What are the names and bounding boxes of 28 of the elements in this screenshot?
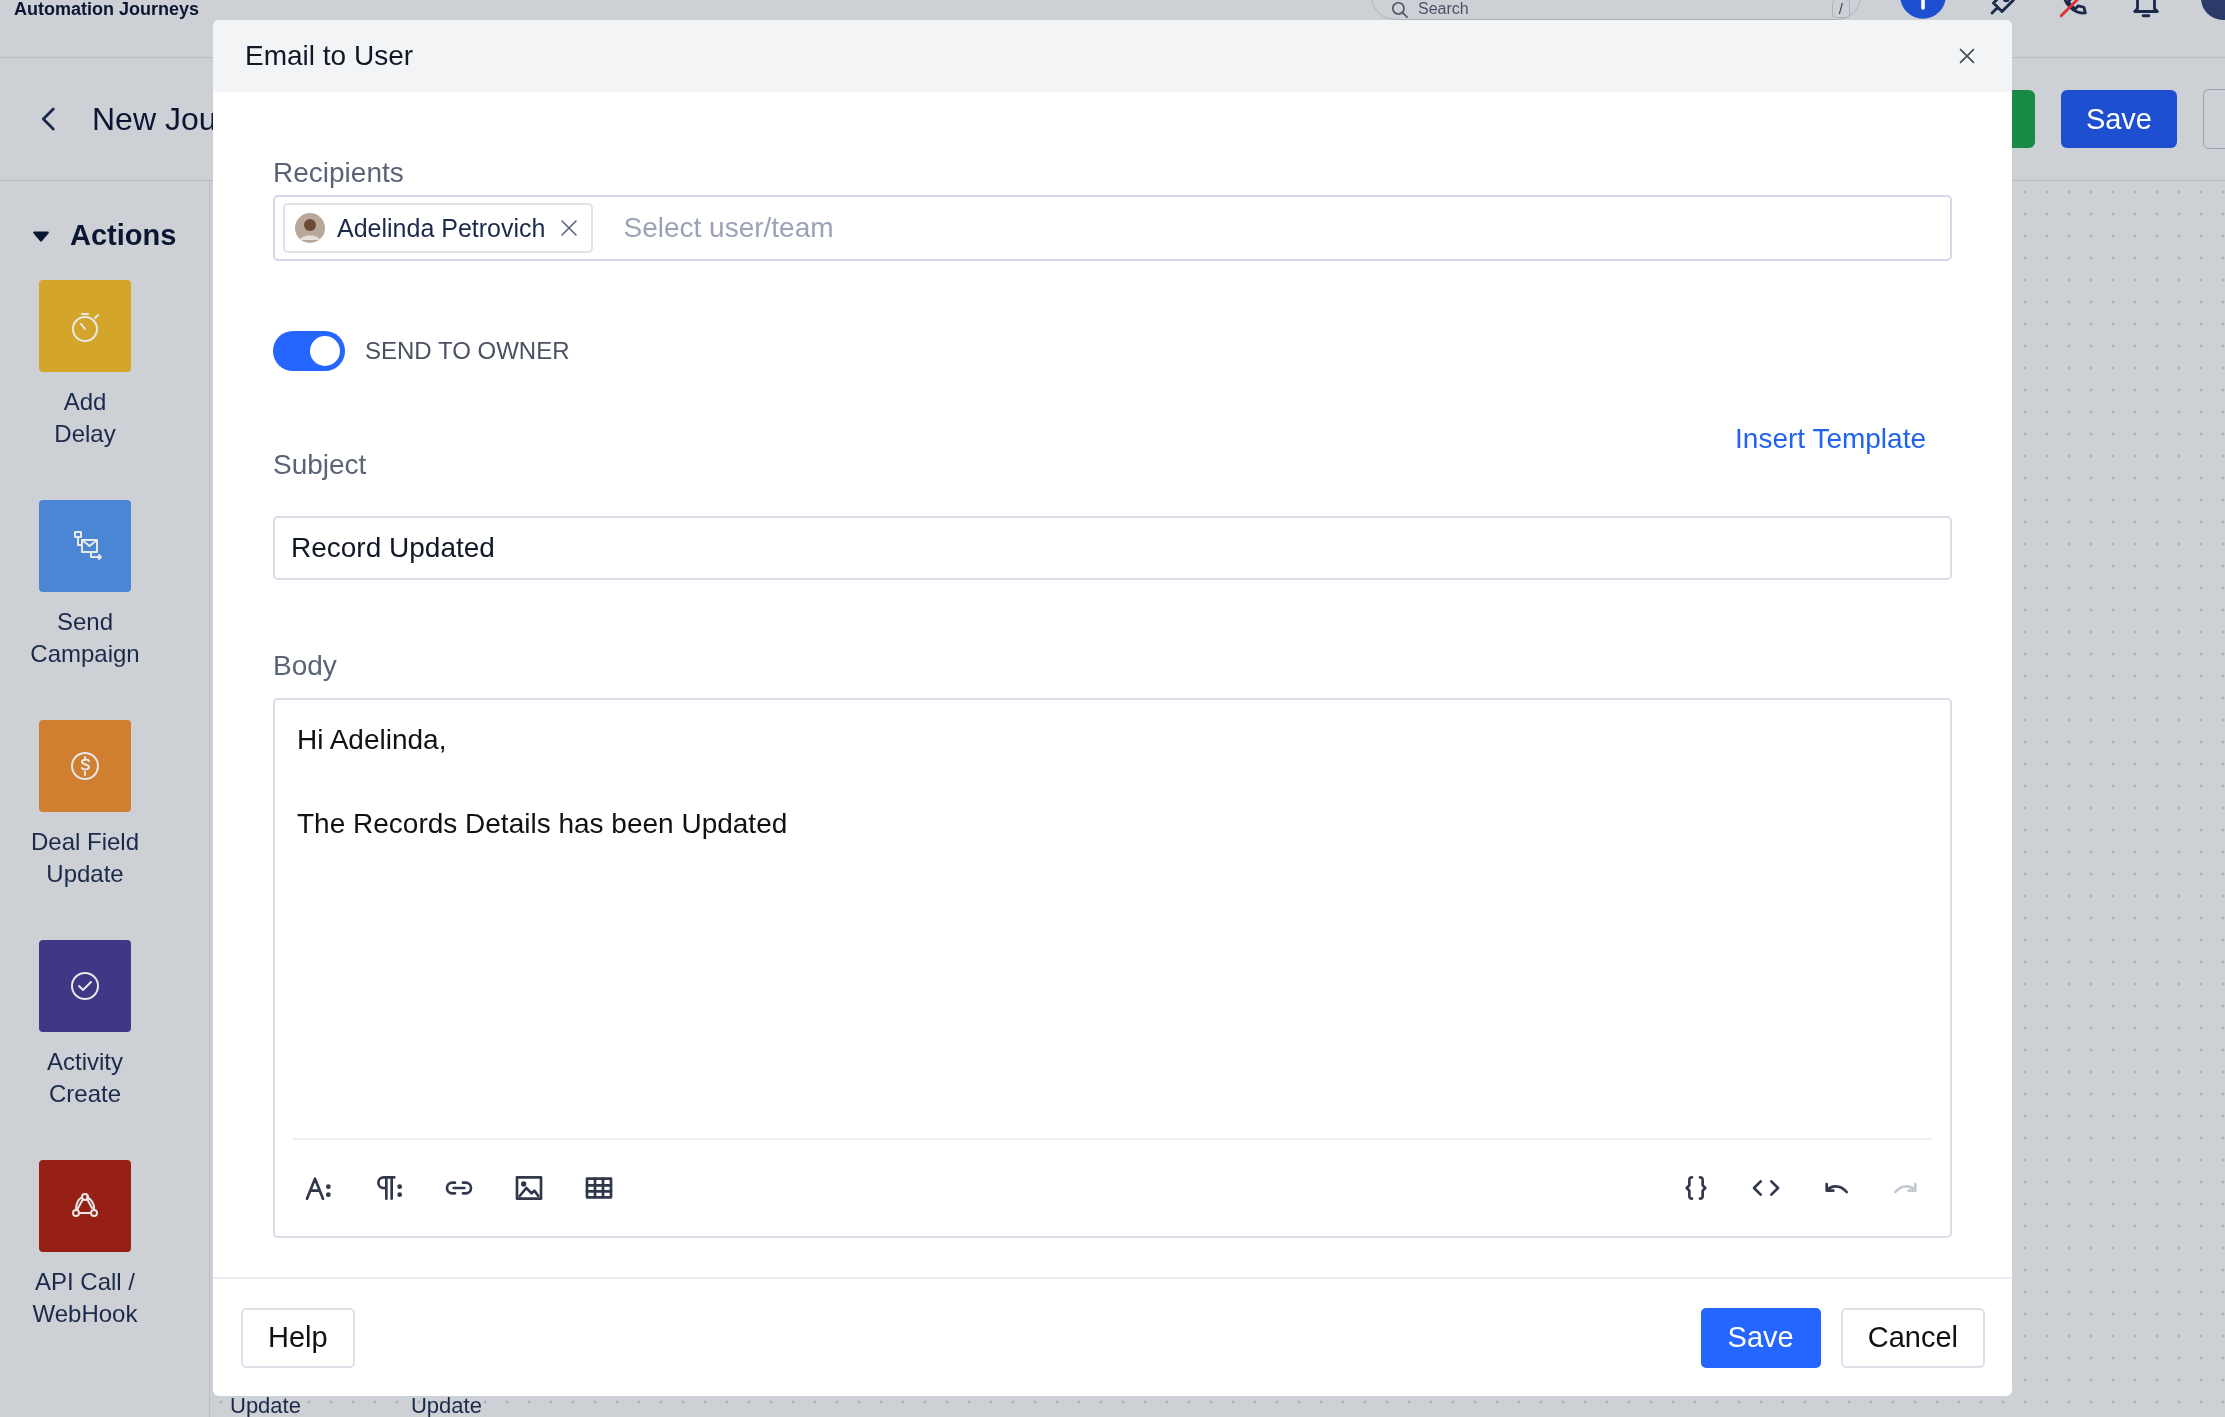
toggle-label: SEND TO OWNER <box>365 337 570 365</box>
body-text: Hi Adelinda, <box>297 724 448 756</box>
field-label: Recipients <box>273 157 405 189</box>
search-input[interactable]: Search <box>1418 0 1822 18</box>
body-text: The Records Details has been Updated <box>297 808 789 840</box>
recipient-chip[interactable]: Adelinda Petrovich <box>283 203 594 253</box>
node-label: Update <box>230 1395 301 1417</box>
save-button[interactable]: Save <box>2060 90 2177 148</box>
field-label: Body <box>273 650 338 682</box>
action-label: API Call / WebHook <box>31 1267 139 1329</box>
cancel-button[interactable]: Cancel <box>1840 1307 1985 1368</box>
action-label: Activity Create <box>46 1047 124 1109</box>
action-label: Deal Field Update <box>30 827 140 889</box>
action-label: Add Delay <box>53 387 117 449</box>
body-editor[interactable]: Hi Adelinda, The Records Details has been Updated <box>273 698 1952 1238</box>
section-title: Actions <box>70 219 177 252</box>
recipients-field[interactable]: Adelinda Petrovich Select user/team <box>273 195 1952 261</box>
save-button[interactable]: Save <box>1700 1307 1821 1368</box>
dialog-title: Email to User <box>245 40 414 72</box>
action-label: Send Campaign <box>30 607 140 669</box>
subject-field[interactable]: Record Updated <box>273 516 1952 580</box>
app-title: Automation Journeys <box>14 0 200 19</box>
insert-template-link[interactable]: Insert Template <box>1735 423 1926 455</box>
field-label: Subject <box>273 449 367 481</box>
node-label: Update <box>410 1395 482 1417</box>
shortcut-key: / <box>1831 0 1850 18</box>
chip-label: Adelinda Petrovich <box>337 213 546 243</box>
help-button[interactable]: Help <box>241 1307 355 1368</box>
